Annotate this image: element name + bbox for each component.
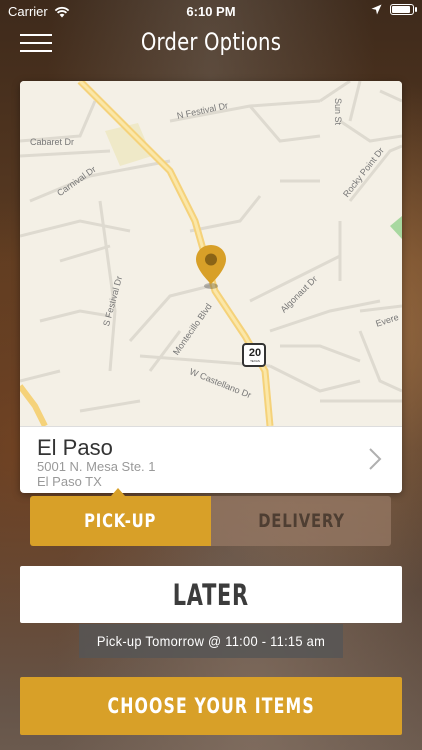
route-sign-state: TEXAS (250, 359, 260, 363)
header: Order Options (0, 22, 422, 62)
map-pin-icon[interactable] (194, 243, 228, 291)
street-label: Cabaret Dr (30, 137, 75, 147)
battery-icon (390, 4, 417, 15)
tab-pickup[interactable]: PICK-UP (30, 496, 211, 546)
location-name: El Paso (37, 435, 113, 460)
status-time: 6:10 PM (186, 4, 236, 19)
location-address-line1: 5001 N. Mesa Ste. 1 (37, 459, 156, 474)
location-row[interactable]: El Paso 5001 N. Mesa Ste. 1 El Paso TX (20, 426, 402, 493)
street-label: Sun St (333, 98, 343, 126)
location-card: N Festival Dr Cabaret Dr Carnival Dr Roc… (20, 81, 402, 493)
tab-pickup-label: PICK-UP (84, 510, 157, 532)
choose-items-label: CHOOSE YOUR ITEMS (107, 694, 315, 718)
later-button[interactable]: LATER (20, 566, 402, 623)
map[interactable]: N Festival Dr Cabaret Dr Carnival Dr Roc… (20, 81, 402, 426)
pickup-time-note: Pick-up Tomorrow @ 11:00 - 11:15 am (79, 624, 343, 658)
tab-pointer (111, 488, 125, 496)
tab-delivery-label: DELIVERY (257, 510, 345, 532)
chevron-right-icon (369, 448, 382, 470)
status-right (371, 4, 417, 15)
page-title: Order Options (140, 28, 282, 56)
route-sign-number: 20 (248, 347, 262, 359)
status-bar: Carrier 6:10 PM (0, 0, 422, 22)
choose-items-button[interactable]: CHOOSE YOUR ITEMS (20, 677, 402, 735)
location-address-line2: El Paso TX (37, 474, 102, 489)
location-arrow-icon (371, 4, 382, 15)
later-label: LATER (172, 577, 250, 612)
tab-delivery[interactable]: DELIVERY (211, 496, 391, 546)
pickup-time-text: Pick-up Tomorrow @ 11:00 - 11:15 am (96, 633, 326, 649)
